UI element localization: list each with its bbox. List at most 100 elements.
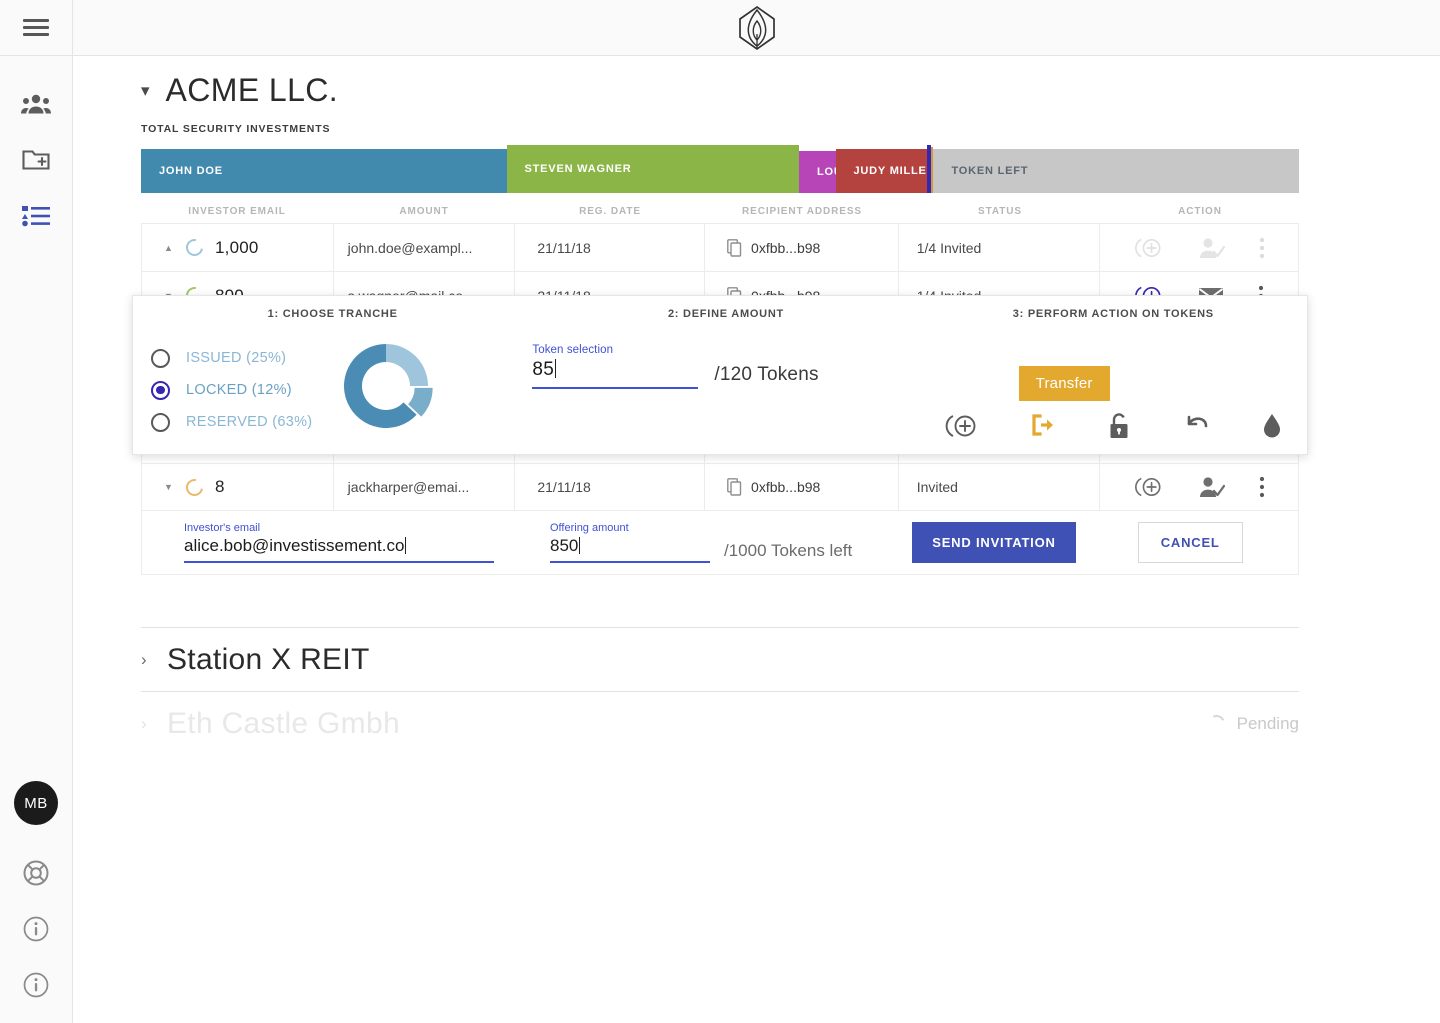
input-underline: [184, 561, 494, 563]
invite-investor-row: Investor's email alice.bob@investissemen…: [141, 511, 1299, 575]
burn-flame-icon: [1264, 414, 1281, 438]
investor-email-value: john.doe@exampl...: [347, 239, 473, 256]
info-circle-icon: [23, 916, 49, 942]
verify-investor-icon-button[interactable]: [1197, 237, 1226, 259]
token-action-icons: [920, 412, 1308, 440]
chevron-down-icon[interactable]: ▾: [141, 82, 150, 99]
avatar[interactable]: MB: [14, 781, 58, 825]
transfer-out-icon-button[interactable]: [1030, 412, 1056, 440]
mint-tokens-icon-button[interactable]: [1134, 236, 1164, 260]
copy-icon[interactable]: [727, 478, 742, 496]
define-amount-column: Token selection 85 /120 Tokens: [532, 334, 919, 438]
table-row[interactable]: ▼ 8 jackharper@emai... 21/11/18 0xfbb...b98 I…: [141, 463, 1299, 511]
bar-segment-john-doe[interactable]: JOHN DOE: [141, 149, 507, 193]
status-badge: Pending: [1236, 713, 1299, 733]
tranche-option-reserved[interactable]: RESERVED (63%): [151, 406, 312, 438]
mint-tokens-icon-button[interactable]: [945, 412, 979, 440]
token-selection-label: Token selection: [532, 344, 614, 356]
transfer-button[interactable]: Transfer: [1018, 366, 1110, 401]
more-options-icon-button[interactable]: [1259, 476, 1265, 498]
undo-arrow-icon-button[interactable]: [1181, 412, 1211, 440]
offering-amount-input[interactable]: 850: [550, 534, 710, 556]
investor-verified-icon-button[interactable]: [1197, 476, 1226, 498]
sidebar-item-info-2[interactable]: [0, 957, 73, 1013]
col-recipient-address: RECIPIENT ADDRESS: [742, 206, 862, 217]
token-selection-input[interactable]: 85: [532, 356, 698, 381]
bar-segment-label: STEVEN WAGNER: [524, 163, 632, 175]
mint-tokens-icon[interactable]: [1134, 236, 1164, 260]
cell-amount[interactable]: ▼ 8: [142, 463, 334, 511]
page-title: ACME LLC.: [165, 72, 339, 108]
token-total-suffix: /120 Tokens: [714, 364, 819, 385]
sidebar-item-help[interactable]: [0, 845, 73, 901]
undo-arrow-icon: [1188, 415, 1208, 428]
col-status: STATUS: [978, 206, 1022, 217]
verify-investor-icon[interactable]: [1197, 237, 1226, 259]
tranche-donut-icon: [182, 475, 207, 499]
cell-recipient-address[interactable]: 0xfbb...b98: [705, 223, 899, 272]
bar-segment-label: JUDY MILLER: [853, 165, 927, 177]
row-expand-toggle[interactable]: ▲: [164, 243, 174, 253]
col-amount: AMOUNT: [399, 206, 449, 217]
company-section-eth-castle[interactable]: › Eth Castle Gmbh Pending: [141, 691, 1299, 755]
hamburger-menu-button[interactable]: [0, 0, 73, 56]
company-name: Station X REIT: [167, 642, 370, 676]
bar-segment-judy-miller[interactable]: JUDY MILLER: [835, 149, 927, 193]
panel-body: ISSUED (25%) LOCKED (12%) RESERVED (63%) T…: [133, 320, 1307, 438]
sidebar-item-securities[interactable]: [0, 188, 73, 244]
cell-status: 1/4 Invited: [899, 223, 1101, 272]
cell-amount[interactable]: ▲ 1,000: [142, 223, 334, 272]
cell-investor-email: jackharper@emai...: [334, 463, 516, 511]
amount-value: 1,000: [215, 237, 259, 257]
choose-tranche-column: ISSUED (25%) LOCKED (12%) RESERVED (63%): [133, 334, 532, 438]
investor-email-input[interactable]: alice.bob@investissement.co: [184, 534, 494, 556]
lifebuoy-help-icon: [23, 860, 49, 886]
radio-button[interactable]: [151, 348, 170, 368]
row-expand-toggle[interactable]: ▼: [164, 482, 174, 492]
sidebar-item-info-1[interactable]: [0, 901, 73, 957]
cell-recipient-address[interactable]: 0xfbb...b98: [705, 463, 899, 511]
bar-segment-steven-wagner[interactable]: STEVEN WAGNER: [506, 145, 799, 193]
mint-tokens-icon-button[interactable]: [1134, 475, 1164, 499]
chevron-right-icon[interactable]: ›: [141, 714, 167, 734]
mint-tokens-icon: [945, 415, 976, 437]
company-header[interactable]: ▾ ACME LLC.: [73, 56, 1440, 109]
table-row[interactable]: ▲ 1,000 john.doe@exampl... 21/11/18 0xfbb...…: [141, 223, 1299, 272]
status-value: 1/4 Invited: [916, 239, 982, 256]
table-header-row: INVESTOR EMAIL AMOUNT REG. DATE RECIPIEN…: [141, 193, 1299, 223]
investor-verified-icon[interactable]: [1197, 476, 1226, 498]
company-section-station-x[interactable]: › Station X REIT: [141, 627, 1299, 691]
tranche-option-locked[interactable]: LOCKED (12%): [151, 374, 312, 406]
bar-segment-louis-gord[interactable]: LOUIS GORD...: [798, 151, 836, 193]
more-options-icon[interactable]: [1259, 476, 1265, 498]
tranche-option-issued[interactable]: ISSUED (25%): [151, 342, 312, 374]
donut-slice-issued[interactable]: [386, 344, 429, 386]
tokens-left-text: /1000 Tokens left: [724, 540, 853, 560]
sidebar-item-new-offering[interactable]: [0, 132, 73, 188]
copy-icon[interactable]: [727, 238, 742, 257]
more-options-icon[interactable]: [1259, 237, 1265, 259]
burn-flame-icon-button[interactable]: [1262, 412, 1282, 440]
sidebar-item-investors[interactable]: [0, 76, 73, 132]
panel-step-headers: 1: CHOOSE TRANCHE 2: DEFINE AMOUNT 3: PE…: [133, 296, 1307, 320]
cell-action: [1100, 463, 1298, 511]
left-sidebar: MB: [0, 0, 73, 1023]
step1-title: 1: CHOOSE TRANCHE: [267, 308, 398, 320]
radio-button[interactable]: [151, 380, 170, 400]
bar-segment-token-left[interactable]: TOKEN LEFT: [933, 149, 1299, 193]
chevron-right-icon[interactable]: ›: [141, 650, 167, 670]
main-content: ▾ ACME LLC. TOTAL SECURITY INVESTMENTS J…: [73, 56, 1440, 1023]
send-invitation-button[interactable]: SEND INVITATION: [912, 522, 1076, 563]
bar-segment-label: JOHN DOE: [159, 165, 223, 177]
step3-title: 3: PERFORM ACTION ON TOKENS: [1012, 308, 1214, 320]
cancel-button[interactable]: CANCEL: [1137, 522, 1243, 563]
amount-value: 8: [215, 477, 225, 496]
more-options-icon-button[interactable]: [1259, 237, 1265, 259]
mint-tokens-icon[interactable]: [1134, 475, 1164, 499]
sidebar-bottom: MB: [0, 781, 73, 1023]
tranche-donut-chart: [336, 336, 436, 436]
tranche-option-label: RESERVED (63%): [186, 414, 313, 430]
radio-button[interactable]: [151, 412, 170, 432]
folder-add-icon: [22, 150, 50, 170]
unlock-padlock-icon-button[interactable]: [1107, 412, 1131, 440]
